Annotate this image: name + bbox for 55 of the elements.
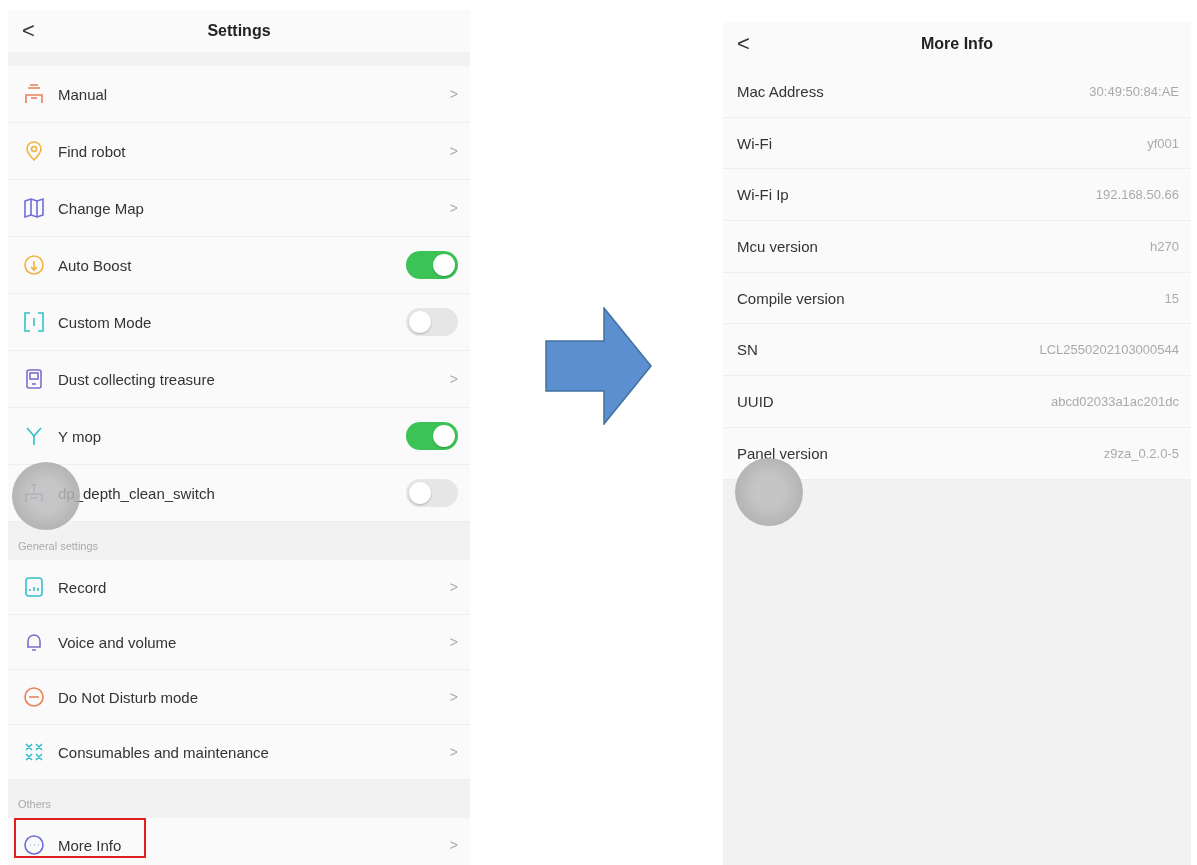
section-heading: Others <box>17 797 52 812</box>
setting-icon <box>22 310 46 334</box>
info-label: Compile version <box>737 289 846 307</box>
info-value: z9za_0.2.0-5 <box>1103 445 1179 461</box>
toggle-switch[interactable] <box>406 422 458 450</box>
info-value: 192.168.50.66 <box>1095 187 1179 203</box>
toggle-switch[interactable] <box>406 479 458 507</box>
chevron-icon[interactable]: > <box>449 200 458 216</box>
info-label: Panel version <box>737 444 829 462</box>
info-value: LCL2550202103000544 <box>1039 342 1179 358</box>
setting-icon <box>22 575 46 599</box>
setting-icon <box>22 82 46 106</box>
info-value: 30:49:50:84:AE <box>1089 83 1179 99</box>
chevron-icon[interactable]: > <box>449 86 458 102</box>
setting-label: More Info <box>58 836 123 854</box>
info-label: Wi-Fi Ip <box>737 186 790 204</box>
chevron-icon[interactable]: > <box>449 689 458 705</box>
info-label: Wi-Fi <box>737 134 773 152</box>
info-value: h270 <box>1150 238 1179 254</box>
info-value: 15 <box>1164 290 1179 306</box>
chevron-icon[interactable]: > <box>449 371 458 387</box>
setting-icon <box>22 833 46 857</box>
toggle-switch[interactable] <box>406 308 458 336</box>
info-value: yf001 <box>1147 135 1179 151</box>
chevron-icon[interactable]: > <box>449 634 458 650</box>
setting-label: Voice and volume <box>58 633 178 651</box>
setting-label: Manual <box>58 85 109 103</box>
screen-title: Settings <box>207 22 271 40</box>
chevron-icon[interactable]: > <box>449 143 458 159</box>
info-value: abcd02033a1ac201dc <box>1051 393 1179 409</box>
chevron-icon[interactable]: > <box>449 579 458 595</box>
setting-label: Auto Boost <box>58 256 133 274</box>
setting-label: Record <box>58 578 108 596</box>
chevron-icon[interactable]: > <box>449 837 458 853</box>
setting-label: Change Map <box>58 199 145 217</box>
setting-icon <box>22 253 46 277</box>
setting-label: Custom Mode <box>58 313 153 331</box>
setting-label: Do Not Disturb mode <box>58 688 200 706</box>
screen-title: More Info <box>921 35 993 53</box>
setting-label: Consumables and maintenance <box>58 743 270 761</box>
info-label: Mcu version <box>737 237 819 255</box>
setting-icon <box>22 196 46 220</box>
chevron-icon[interactable]: > <box>449 744 458 760</box>
section-heading: General settings <box>17 539 100 554</box>
toggle-switch[interactable] <box>406 251 458 279</box>
info-label: Mac Address <box>737 82 825 100</box>
back-button[interactable]: < <box>18 18 39 44</box>
info-label: SN <box>737 341 759 359</box>
setting-label: Dust collecting treasure <box>58 370 216 388</box>
right-arrow-icon <box>545 307 653 425</box>
setting-label: Y mop <box>58 427 103 445</box>
setting-icon <box>22 685 46 709</box>
setting-label: Find robot <box>58 142 127 160</box>
back-button[interactable]: < <box>733 31 754 57</box>
info-label: UUID <box>737 392 775 410</box>
